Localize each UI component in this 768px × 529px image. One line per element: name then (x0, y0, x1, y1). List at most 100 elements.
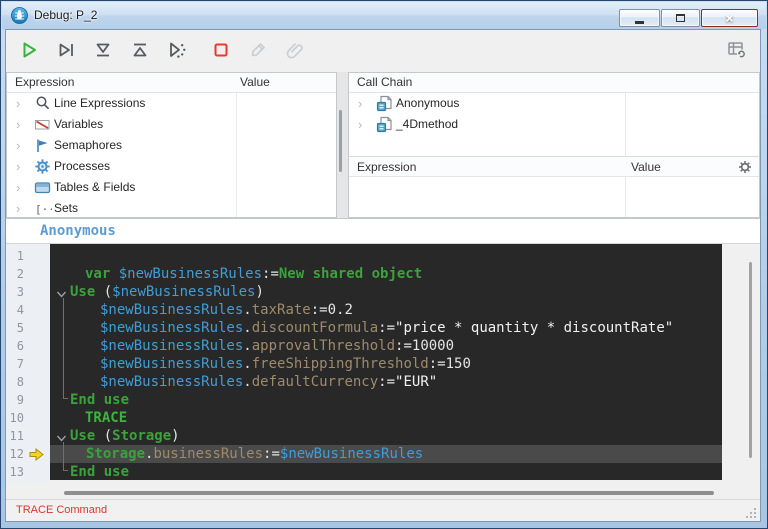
code-token: . (243, 356, 251, 372)
chevron-right-icon[interactable]: › (16, 198, 20, 219)
code-line-5: $newBusinessRules.discountFormula:="pric… (50, 319, 722, 337)
code-token: . (243, 320, 251, 336)
abort-button[interactable] (208, 38, 234, 64)
code-vertical-scrollbar[interactable] (749, 262, 752, 458)
line-number[interactable]: 5 (6, 319, 50, 337)
chevron-right-icon[interactable]: › (16, 114, 20, 135)
line-number[interactable]: 2 (6, 265, 50, 283)
code-line-4: $newBusinessRules.taxRate:=0.2 (50, 301, 722, 319)
tree-item-tables-fields[interactable]: ›Tables & Fields (7, 177, 336, 198)
watch-panel-scrollbar[interactable] (339, 110, 342, 172)
upper-panels: Expression Value ›Line Expressions›Varia… (6, 72, 760, 218)
chevron-right-icon[interactable]: › (16, 177, 20, 198)
step-into-process-button[interactable] (164, 38, 190, 64)
close-button[interactable]: × (701, 9, 758, 27)
code-token: := (262, 266, 279, 282)
tree-item-semaphores[interactable]: ›Semaphores (7, 135, 336, 156)
line-number[interactable]: 4 (6, 301, 50, 319)
code-token: . (243, 302, 251, 318)
code-token: :=10000 (395, 338, 454, 354)
tree-item-4dmethod[interactable]: › _4Dmethod (349, 114, 759, 135)
debug-toolbar (6, 30, 760, 72)
variable-icon (33, 115, 52, 134)
resize-grip-icon[interactable] (745, 506, 757, 518)
line-number[interactable]: 6 (6, 337, 50, 355)
execution-arrow-icon (29, 448, 44, 461)
code-token: Storage (112, 428, 171, 444)
custom-watch-header: Expression Value (349, 156, 759, 177)
panels-refresh-button[interactable] (724, 39, 750, 65)
chevron-right-icon[interactable]: › (16, 135, 20, 156)
tree-item-line-expressions[interactable]: ›Line Expressions (7, 93, 336, 114)
edit-icon (247, 39, 269, 64)
code-token: Use (70, 428, 95, 444)
line-number[interactable]: 9 (6, 391, 50, 409)
code-gutter[interactable]: 12345678910111213 (6, 244, 50, 482)
chevron-right-icon[interactable]: › (358, 93, 362, 114)
line-number[interactable]: 8 (6, 373, 50, 391)
status-text: TRACE Command (16, 504, 107, 516)
expression-column-header: Expression (357, 160, 416, 174)
line-number[interactable]: 1 (6, 247, 50, 265)
call-chain-title: Call Chain (357, 75, 412, 89)
code-token: ( (95, 284, 112, 300)
table-icon (33, 178, 52, 197)
step-over-button[interactable] (53, 38, 79, 64)
tree-item-label: _4Dmethod (396, 114, 458, 135)
toolbar-buttons (16, 38, 319, 64)
tree-item-processes[interactable]: ›Processes (7, 156, 336, 177)
minimize-button[interactable] (619, 9, 660, 27)
chevron-right-icon[interactable]: › (358, 114, 362, 135)
code-horizontal-scrollbar[interactable] (64, 491, 714, 495)
step-into-button[interactable] (90, 38, 116, 64)
gear-icon (33, 157, 52, 176)
code-line-10: TRACE (50, 409, 722, 427)
line-number[interactable]: 13 (6, 463, 50, 481)
line-number[interactable]: 10 (6, 409, 50, 427)
tree-item-variables[interactable]: ›Variables (7, 114, 336, 135)
code-line-8: $newBusinessRules.defaultCurrency:="EUR" (50, 373, 722, 391)
line-number[interactable]: 7 (6, 355, 50, 373)
edit-button[interactable] (245, 38, 271, 64)
code-line-12: Storage.businessRules:=$newBusinessRules (50, 445, 722, 463)
code-token: freeShippingThreshold (252, 356, 429, 372)
code-token: :=150 (429, 356, 471, 372)
status-bar: TRACE Command (6, 499, 760, 521)
code-line-7: $newBusinessRules.freeShippingThreshold:… (50, 355, 722, 373)
tree-item-anonymous[interactable]: › Anonymous (349, 93, 759, 114)
chevron-right-icon[interactable]: › (16, 156, 20, 177)
step-into-icon (92, 39, 114, 64)
tree-item-sets[interactable]: ›[··]Sets (7, 198, 336, 219)
value-column-header: Value (240, 75, 270, 89)
link-button[interactable] (282, 38, 308, 64)
code-token: . (243, 338, 251, 354)
code-token: "EUR" (395, 374, 437, 390)
code-token: Use (70, 284, 95, 300)
line-number[interactable]: 3 (6, 283, 50, 301)
panels-refresh-icon (726, 39, 748, 66)
code-token: businessRules (153, 446, 263, 462)
method-icon (375, 94, 394, 113)
svg-text:[··]: [··] (35, 203, 52, 216)
no-trace-button[interactable] (16, 38, 42, 64)
code-token: ( (95, 428, 112, 444)
code-token: TRACE (85, 410, 127, 426)
maximize-button[interactable] (661, 9, 700, 27)
play-icon (18, 39, 40, 64)
debugger-bug-icon (11, 7, 28, 24)
title-bar[interactable]: Debug: P_2 × (2, 2, 766, 29)
watch-panel: Expression Value ›Line Expressions›Varia… (6, 72, 337, 218)
abort-icon (210, 39, 232, 64)
code-editor[interactable]: var $newBusinessRules:=New shared object… (50, 244, 722, 480)
value-column-header: Value (631, 160, 661, 174)
debug-window: Debug: P_2 × Expression Value ›Line Expr… (0, 0, 768, 529)
tree-item-label: Anonymous (396, 93, 459, 114)
code-token: End use (70, 464, 129, 480)
flag-icon (33, 136, 52, 155)
code-token: Storage (86, 446, 145, 462)
chevron-right-icon[interactable]: › (16, 93, 20, 114)
line-number[interactable]: 11 (6, 427, 50, 445)
code-line-9: End use (50, 391, 722, 409)
watch-options-gear-icon[interactable] (737, 159, 753, 175)
step-out-button[interactable] (127, 38, 153, 64)
